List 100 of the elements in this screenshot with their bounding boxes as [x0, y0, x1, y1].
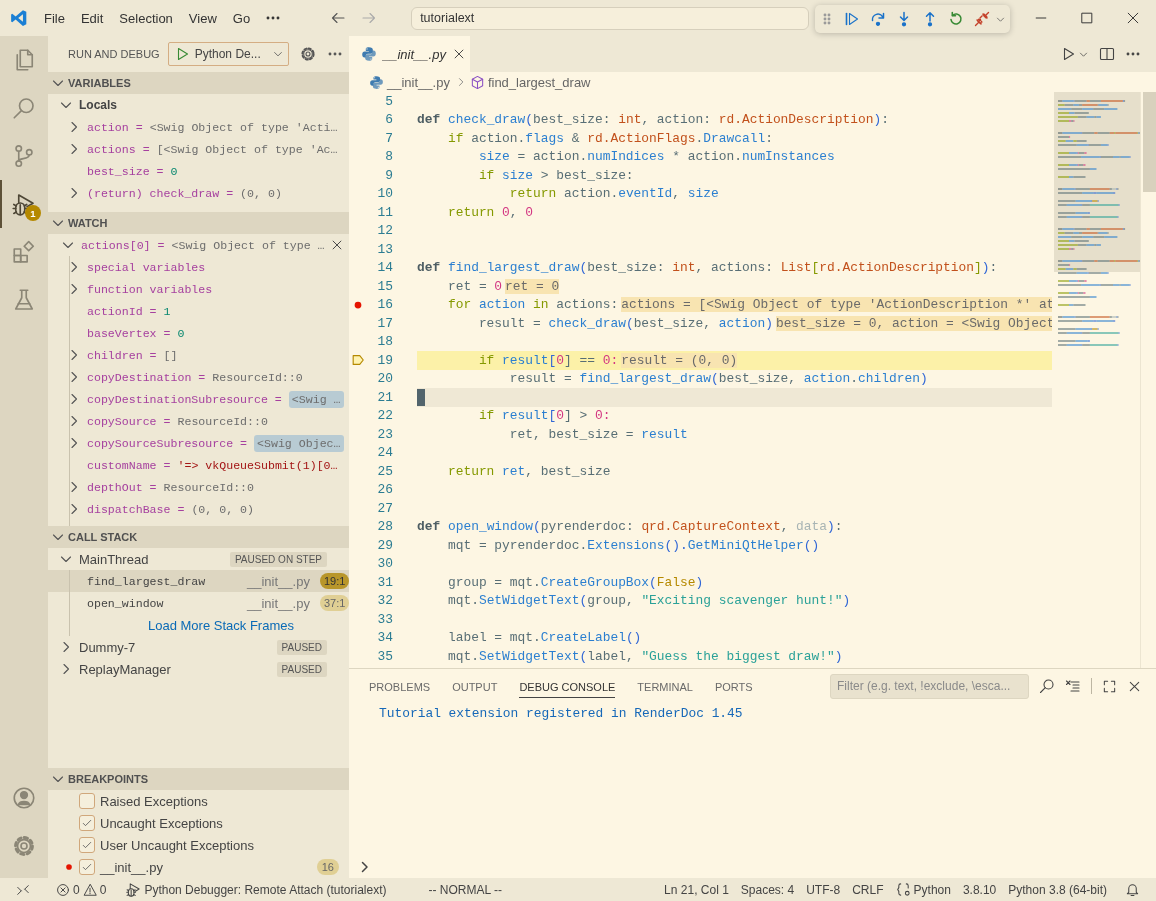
thread-name[interactable]: Dummy-7	[79, 639, 272, 655]
menu-item[interactable]: Selection	[111, 7, 181, 29]
blocks-icon	[12, 240, 36, 264]
line-number: 16	[376, 297, 393, 313]
scrollbar-thumb[interactable]	[1143, 92, 1156, 192]
problems-button[interactable]: 0 0	[50, 878, 113, 901]
variable-entry[interactable]: copyDestination = ResourceId::0	[87, 370, 303, 384]
line-number: 6	[384, 112, 393, 128]
watch-expression[interactable]: actions[0] = <Swig Object of type …	[81, 238, 325, 252]
check-icon	[81, 817, 93, 829]
language-button[interactable]: Python	[889, 878, 957, 901]
code-line: mqt = pyrenderdoc.Extensions().GetMiniQtHelper()	[446, 537, 820, 553]
panel-tab[interactable]: PORTS	[714, 674, 753, 698]
variable-entry[interactable]: children = []	[87, 348, 178, 362]
thread-name[interactable]: ReplayManager	[79, 661, 272, 677]
section-header[interactable]: WATCH	[48, 212, 349, 234]
settings-icon[interactable]	[299, 46, 316, 62]
search-field[interactable]: tutorialext	[411, 6, 810, 30]
line-number: 10	[376, 186, 393, 202]
stack-frame-row[interactable]: open_window __init__.py 37:1	[48, 592, 349, 614]
variable-entry[interactable]: copyDestinationSubresource = <Swig …	[87, 392, 344, 406]
search-icon[interactable]	[1039, 678, 1055, 694]
code-line: def open_window(pyrenderdoc: qrd.CaptureContext, data):	[417, 519, 843, 535]
code-line: result = check_draw(best_size, action)	[477, 315, 773, 331]
breakpoint-label: __init__.py	[100, 859, 164, 875]
status-badge: PAUSED	[276, 661, 327, 677]
status-item[interactable]: Ln 21, Col 1	[658, 878, 735, 901]
status-item[interactable]: Python 3.8 (64-bit)	[1002, 878, 1113, 901]
filter-field[interactable]: Filter (e.g. text, !exclude, \esca...	[830, 673, 1029, 699]
error-icon	[56, 882, 70, 897]
variable-entry[interactable]: (return) check_draw = (0, 0)	[87, 186, 282, 200]
line-number: 11	[376, 204, 393, 220]
configuration-dropdown[interactable]: Python De...	[167, 42, 289, 66]
checkbox[interactable]	[79, 837, 95, 853]
editor-tab[interactable]: __init__.py	[349, 36, 470, 72]
variable-entry[interactable]: dispatchBase = (0, 0, 0)	[87, 502, 255, 516]
panel-tab[interactable]: PROBLEMS	[369, 674, 431, 698]
restart-icon	[948, 11, 964, 27]
bug-play-icon	[126, 882, 142, 897]
variable-entry[interactable]: copySource = ResourceId::0	[87, 414, 268, 428]
line-number: 24	[376, 445, 393, 461]
code-line: mqt.SetWidgetText(group, "Exciting scavenger hunt!")	[446, 593, 851, 609]
line-number: 20	[376, 371, 393, 387]
line-number: 5	[384, 93, 393, 109]
code-line: mqt.SetWidgetText(label, "Guess the biggest draw!")	[446, 648, 843, 664]
stack-frame-row[interactable]: find_largest_draw __init__.py 19:1	[48, 570, 349, 592]
status-item[interactable]: UTF-8	[800, 878, 847, 901]
line-number: 7	[384, 130, 393, 146]
python-icon	[361, 46, 377, 62]
line-number: 25	[376, 463, 393, 479]
debug-status-button[interactable]: Python Debugger: Remote Attach (tutorialext)	[120, 878, 393, 901]
check-icon	[81, 861, 93, 873]
checkbox[interactable]	[79, 793, 95, 809]
breadcrumb-item[interactable]: find_largest_draw	[487, 74, 591, 90]
line-number: 35	[376, 648, 393, 664]
variable-entry[interactable]: special variables	[87, 260, 206, 274]
breakpoint-label: Uncaught Exceptions	[100, 815, 224, 831]
section-header[interactable]: BREAKPOINTS	[48, 768, 349, 790]
variable-entry[interactable]: baseVertex = 0	[87, 326, 185, 340]
checkbox[interactable]	[79, 815, 95, 831]
section-header[interactable]: VARIABLES	[48, 72, 349, 94]
code-line: result = find_largest_draw(best_size, action.children)	[508, 371, 928, 387]
checkbox[interactable]	[79, 859, 95, 875]
variable-entry[interactable]: best_size = 0	[87, 164, 178, 178]
plug-icon	[974, 11, 990, 27]
panel-tab[interactable]: DEBUG CONSOLE	[519, 674, 616, 698]
back-arrow-icon[interactable]	[330, 10, 347, 26]
line-number: 14	[376, 260, 393, 276]
menu-item[interactable]: File	[36, 7, 73, 29]
line-number: 8	[384, 149, 393, 165]
panel-tab[interactable]: OUTPUT	[452, 674, 498, 698]
status-item[interactable]: -- NORMAL --	[422, 878, 509, 901]
status-item[interactable]: 3.8.10	[956, 878, 1003, 901]
maximize-panel-icon[interactable]	[1102, 678, 1117, 694]
variable-entry[interactable]: actionId = 1	[87, 304, 171, 318]
variable-entry[interactable]: customName = '=> vkQueueSubmit(1)[0…	[87, 458, 338, 472]
line-badge: 16	[316, 859, 339, 875]
clear-console-icon[interactable]	[1065, 678, 1081, 694]
code-line: label = mqt.CreateLabel()	[446, 630, 642, 646]
code-line: return 0, 0	[446, 204, 534, 220]
code-line: ret, best_size = result	[508, 426, 688, 442]
variable-entry[interactable]: actions = [<Swig Object of type 'Ac…	[87, 142, 338, 156]
status-item[interactable]: CRLF	[846, 878, 890, 901]
line-number: 21	[376, 389, 393, 405]
breakpoint-icon	[64, 862, 74, 872]
thread-name[interactable]: MainThread	[79, 551, 225, 567]
load-more-link[interactable]: Load More Stack Frames	[148, 617, 294, 633]
panel-tab[interactable]: TERMINAL	[637, 674, 693, 698]
split-editor-icon[interactable]	[1099, 46, 1115, 62]
menu-item[interactable]: Go	[224, 7, 259, 29]
menu-item[interactable]: Edit	[72, 7, 112, 29]
status-item[interactable]: Spaces: 4	[734, 878, 801, 901]
scope-label[interactable]: Locals	[79, 98, 117, 112]
variable-entry[interactable]: copySourceSubresource = <Swig Objec…	[87, 436, 344, 450]
variable-entry[interactable]: action = <Swig Object of type 'Acti…	[87, 120, 338, 134]
breadcrumb-item[interactable]: __init__.py	[387, 74, 450, 90]
menu-item[interactable]: View	[180, 7, 225, 29]
variable-entry[interactable]: function variables	[87, 282, 213, 296]
section-header[interactable]: CALL STACK	[48, 526, 349, 548]
variable-entry[interactable]: depthOut = ResourceId::0	[87, 480, 255, 494]
